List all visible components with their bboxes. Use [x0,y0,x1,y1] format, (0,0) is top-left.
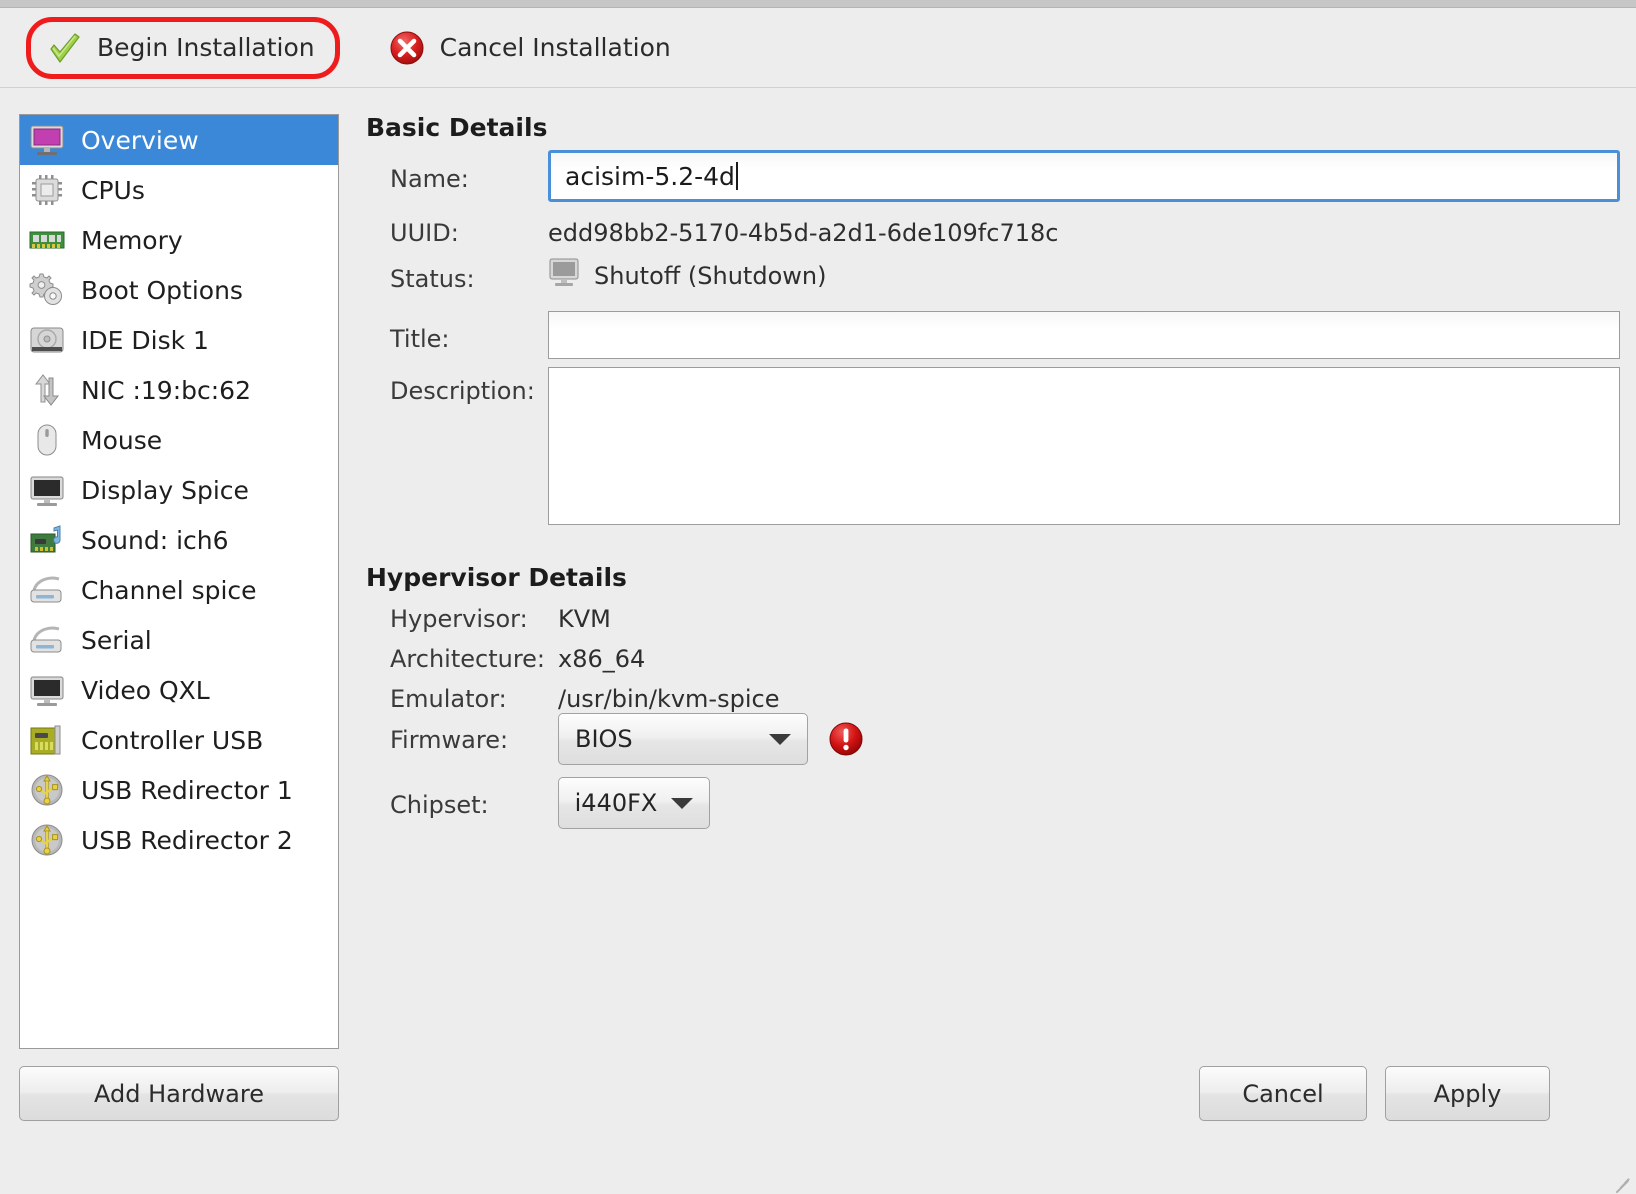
name-input[interactable]: acisim-5.2-4d [548,150,1620,202]
sidebar-item-nic[interactable]: NIC :19:bc:62 [20,365,338,415]
controller-card-icon [25,718,69,762]
gears-icon [25,268,69,312]
serial-device-icon [25,618,69,662]
sidebar-item-label: NIC :19:bc:62 [81,375,251,405]
sidebar-item-label: Serial [81,625,152,655]
sidebar-item-channel-spice[interactable]: Channel spice [20,565,338,615]
sidebar-item-label: Channel spice [81,575,257,605]
window-resize-grip[interactable] [1611,1170,1633,1194]
sidebar-item-label: CPUs [81,175,145,205]
window-top-strip [0,0,1636,8]
overview-panel: Basic Details Name: acisim-5.2-4d UUID: … [366,89,1621,1194]
cancel-installation-button[interactable]: Cancel Installation [374,20,685,76]
emulator-value: /usr/bin/kvm-spice [558,685,780,713]
chevron-down-icon [671,797,694,809]
begin-installation-button[interactable]: Begin Installation [26,16,340,79]
status-row: Shutoff (Shutdown) [548,257,826,295]
serial-device-icon [25,568,69,612]
cancel-installation-label: Cancel Installation [439,33,671,62]
description-textarea[interactable] [548,367,1620,525]
sidebar-item-overview[interactable]: Overview [20,115,338,165]
soundcard-icon [25,518,69,562]
firmware-dropdown[interactable]: BIOS [558,713,808,765]
emulator-label: Emulator: [390,685,507,713]
chevron-down-icon [769,733,791,745]
sidebar-item-label: IDE Disk 1 [81,325,209,355]
vm-details-body: Overview CPUs Memory Boot Options IDE Di… [0,89,1636,1194]
hypervisor-label: Hypervisor: [390,605,528,633]
sidebar-item-sound[interactable]: Sound: ich6 [20,515,338,565]
sidebar-item-label: Memory [81,225,183,255]
uuid-label: UUID: [390,219,459,247]
sidebar-item-mouse[interactable]: Mouse [20,415,338,465]
sidebar-item-serial[interactable]: Serial [20,615,338,665]
sidebar-item-usb-redirector-1[interactable]: USB Redirector 1 [20,765,338,815]
green-check-icon [45,29,83,67]
cpu-chip-icon [25,168,69,212]
uuid-value: edd98bb2-5170-4b5d-a2d1-6de109fc718c [548,219,1059,247]
name-label: Name: [390,165,469,193]
architecture-label: Architecture: [390,645,546,673]
harddisk-icon [25,318,69,362]
sidebar-item-usb-redirector-2[interactable]: USB Redirector 2 [20,815,338,865]
usb-icon [25,768,69,812]
begin-installation-label: Begin Installation [97,33,315,62]
usb-icon [25,818,69,862]
description-label: Description: [390,377,535,405]
mouse-icon [25,418,69,462]
memory-dimm-icon [25,218,69,262]
sidebar-item-boot-options[interactable]: Boot Options [20,265,338,315]
chipset-label: Chipset: [390,791,489,819]
monitor-grey-icon [548,257,582,295]
sidebar-item-label: Display Spice [81,475,249,505]
sidebar-item-label: Sound: ich6 [81,525,229,555]
sidebar-item-memory[interactable]: Memory [20,215,338,265]
chipset-value: i440FX [574,789,658,817]
sidebar-item-label: Controller USB [81,725,264,755]
sidebar-item-controller-usb[interactable]: Controller USB [20,715,338,765]
sidebar-item-video-qxl[interactable]: Video QXL [20,665,338,715]
sidebar-item-display-spice[interactable]: Display Spice [20,465,338,515]
firmware-value: BIOS [575,725,633,753]
text-caret [735,162,738,190]
title-input[interactable] [548,311,1620,359]
basic-details-heading: Basic Details [366,113,548,142]
sidebar-item-cpus[interactable]: CPUs [20,165,338,215]
title-label: Title: [390,325,450,353]
hypervisor-details-heading: Hypervisor Details [366,563,627,592]
chipset-dropdown[interactable]: i440FX [558,777,710,829]
hypervisor-value: KVM [558,605,611,633]
add-hardware-button[interactable]: Add Hardware [19,1066,339,1121]
monitor-dark-icon [25,468,69,512]
name-input-value: acisim-5.2-4d [565,161,735,191]
error-circle-icon [826,719,864,757]
sidebar-item-label: USB Redirector 2 [81,825,293,855]
sidebar-item-ide-disk-1[interactable]: IDE Disk 1 [20,315,338,365]
status-value: Shutoff (Shutdown) [594,262,827,290]
sidebar-item-label: Overview [81,125,199,155]
sidebar-item-label: Mouse [81,425,163,455]
hardware-list[interactable]: Overview CPUs Memory Boot Options IDE Di… [19,114,339,1049]
sidebar-item-label: Boot Options [81,275,243,305]
monitor-dark-icon [25,668,69,712]
architecture-value: x86_64 [558,645,646,673]
status-label: Status: [390,265,475,293]
sidebar-item-label: USB Redirector 1 [81,775,293,805]
sidebar-item-label: Video QXL [81,675,210,705]
monitor-magenta-icon [25,118,69,162]
firmware-label: Firmware: [390,726,509,754]
installation-toolbar: Begin Installation Cancel Installation [0,8,1636,88]
red-x-circle-icon [388,29,426,67]
network-arrows-icon [25,368,69,412]
